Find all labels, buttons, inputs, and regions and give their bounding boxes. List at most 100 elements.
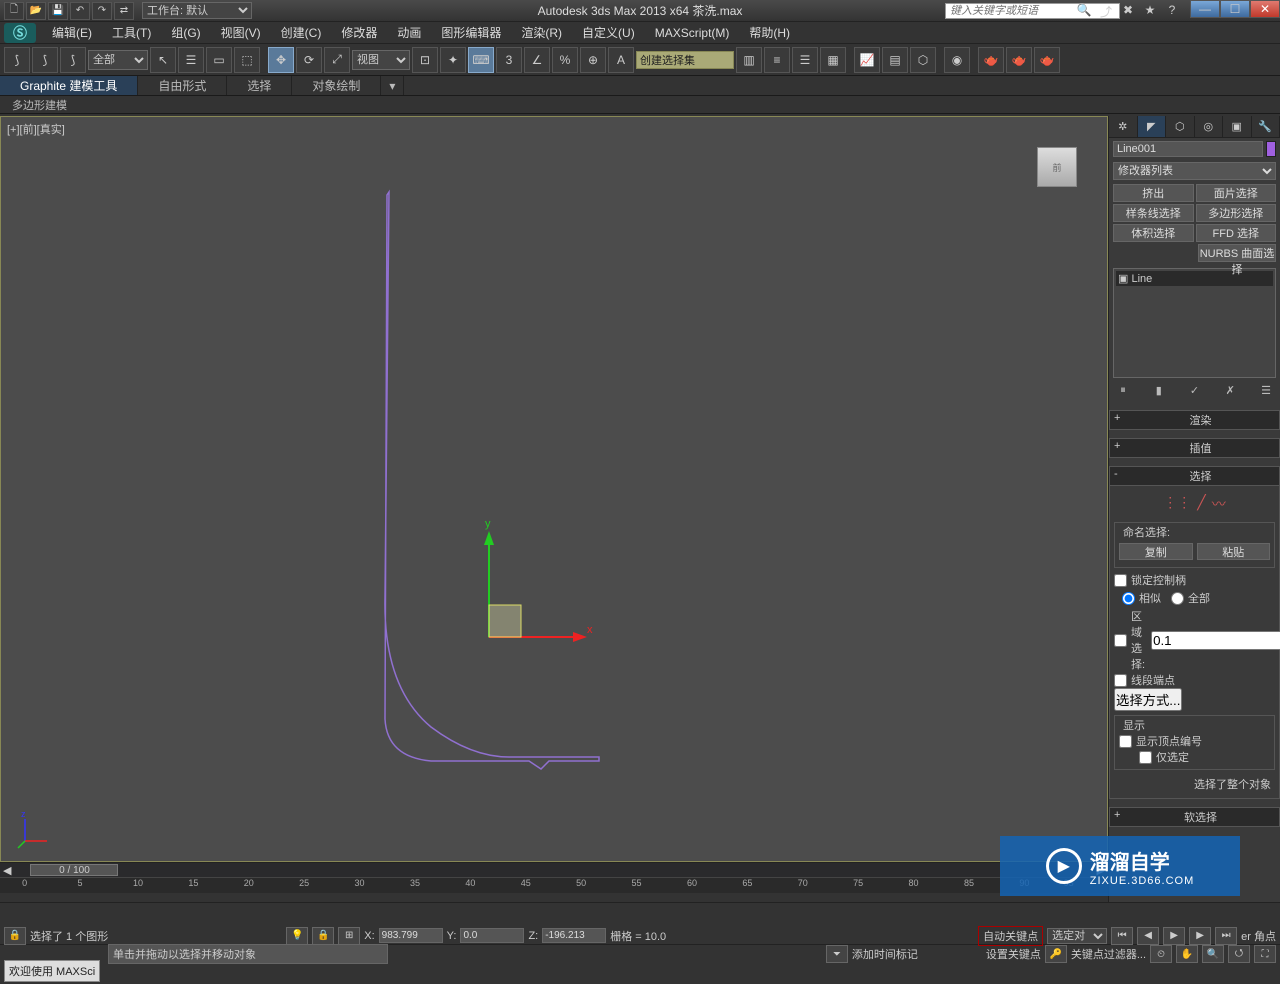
gizmo-plane[interactable] bbox=[489, 605, 521, 637]
tab-graphite[interactable]: Graphite 建模工具 bbox=[0, 76, 138, 95]
time-slider-track[interactable]: ◀ 0 / 100 ▶ bbox=[0, 863, 1108, 877]
mod-volsel[interactable]: 体积选择 bbox=[1113, 224, 1194, 242]
spline-line[interactable] bbox=[385, 192, 599, 769]
snap3-icon[interactable]: 3 bbox=[496, 47, 522, 73]
time-slider-handle[interactable]: 0 / 100 bbox=[30, 864, 118, 876]
showend-icon[interactable]: ▮ bbox=[1151, 384, 1167, 400]
play-icon[interactable]: ▶ bbox=[1163, 927, 1185, 945]
help-icon[interactable]: ? bbox=[1164, 3, 1180, 19]
manage-icon[interactable]: ▦ bbox=[820, 47, 846, 73]
tab-motion-icon[interactable]: ◎ bbox=[1195, 116, 1224, 137]
lock-handles-check[interactable]: 锁定控制柄 bbox=[1114, 572, 1275, 588]
tab-objectpaint[interactable]: 对象绘制 bbox=[292, 76, 381, 95]
menu-maxscript[interactable]: MAXScript(M) bbox=[645, 24, 740, 42]
setkey-button[interactable]: 设置关键点 bbox=[986, 946, 1041, 962]
mod-nurbssel[interactable]: NURBS 曲面选择 bbox=[1198, 244, 1276, 262]
selectwindow-icon[interactable]: ⬚ bbox=[234, 47, 260, 73]
modifier-stack[interactable]: ▣ Line bbox=[1113, 268, 1276, 378]
exchange-icon[interactable]: ✖ bbox=[1120, 3, 1136, 19]
radio-similar[interactable]: 相似 bbox=[1122, 590, 1161, 606]
play-start-icon[interactable]: ⏮ bbox=[1111, 927, 1133, 945]
absrel-icon[interactable]: ⊞ bbox=[338, 927, 360, 945]
layers-icon[interactable]: ☰ bbox=[792, 47, 818, 73]
snappercent-icon[interactable]: % bbox=[552, 47, 578, 73]
menu-customize[interactable]: 自定义(U) bbox=[572, 22, 645, 43]
showvertnum-check[interactable]: 显示顶点编号 bbox=[1119, 733, 1270, 749]
save-icon[interactable]: 💾 bbox=[48, 2, 68, 20]
gizmo-y-arrow[interactable] bbox=[484, 531, 494, 545]
y-coord-input[interactable] bbox=[460, 928, 524, 943]
undo-icon[interactable]: ↶ bbox=[70, 2, 90, 20]
nav-orbit-icon[interactable]: ⭯ bbox=[1228, 945, 1250, 963]
render-icon[interactable]: 🫖 bbox=[1034, 47, 1060, 73]
open-icon[interactable]: 📂 bbox=[26, 2, 46, 20]
menu-modifiers[interactable]: 修改器 bbox=[331, 22, 387, 43]
manip-icon[interactable]: ✦ bbox=[440, 47, 466, 73]
selectlink-icon[interactable]: ⟆ bbox=[4, 47, 30, 73]
remove-icon[interactable]: ✗ bbox=[1222, 384, 1238, 400]
gizmo-x-arrow[interactable] bbox=[573, 632, 587, 642]
dopesheet-icon[interactable]: ▤ bbox=[882, 47, 908, 73]
key-icon[interactable]: 🔑 bbox=[1045, 945, 1067, 963]
menu-rendering[interactable]: 渲染(R) bbox=[511, 22, 572, 43]
tab-hierarchy-icon[interactable]: ⬡ bbox=[1166, 116, 1195, 137]
x-coord-input[interactable] bbox=[379, 928, 443, 943]
menu-edit[interactable]: 编辑(E) bbox=[42, 22, 102, 43]
favorites-icon[interactable]: ★ bbox=[1142, 3, 1158, 19]
maximize-button[interactable]: ☐ bbox=[1220, 0, 1250, 18]
configure-icon[interactable]: ☰ bbox=[1258, 384, 1274, 400]
tab-display-icon[interactable]: ▣ bbox=[1223, 116, 1252, 137]
renderframe-icon[interactable]: 🫖 bbox=[1006, 47, 1032, 73]
time-ruler[interactable]: 0510 152025 303540 455055 606570 758085 … bbox=[0, 877, 1108, 893]
named-selection-input[interactable] bbox=[636, 51, 734, 69]
timeconfig-icon[interactable]: ⏲ bbox=[1150, 945, 1172, 963]
autokey-button[interactable]: 自动关键点 bbox=[978, 926, 1043, 946]
menu-help[interactable]: 帮助(H) bbox=[739, 22, 800, 43]
selectname-icon[interactable]: ☰ bbox=[178, 47, 204, 73]
nav-max-icon[interactable]: ⛶ bbox=[1254, 945, 1276, 963]
area-select-check[interactable]: 区域选择: bbox=[1114, 608, 1145, 672]
mod-patchsel[interactable]: 面片选择 bbox=[1196, 184, 1277, 202]
mod-splinesel[interactable]: 样条线选择 bbox=[1113, 204, 1194, 222]
segment-icon[interactable]: ╱ bbox=[1197, 494, 1205, 514]
menu-views[interactable]: 视图(V) bbox=[211, 22, 271, 43]
object-name-input[interactable] bbox=[1113, 141, 1263, 157]
subtab-polymodeling[interactable]: 多边形建模 bbox=[0, 96, 79, 114]
tab-create-icon[interactable]: ✲ bbox=[1109, 116, 1138, 137]
workspace-dropdown[interactable]: 工作台: 默认 bbox=[142, 2, 252, 19]
segend-check[interactable]: 线段端点 bbox=[1114, 672, 1275, 688]
select-icon[interactable]: ↖ bbox=[150, 47, 176, 73]
minimize-button[interactable]: — bbox=[1190, 0, 1220, 18]
search-icon[interactable]: 🔍 bbox=[1076, 3, 1092, 19]
timetag-icon[interactable]: ⏷ bbox=[826, 945, 848, 963]
materialeditor-icon[interactable]: ◉ bbox=[944, 47, 970, 73]
pin-icon[interactable]: ⏸ bbox=[1115, 384, 1131, 400]
selectrect-icon[interactable]: ▭ bbox=[206, 47, 232, 73]
timetag-label[interactable]: 添加时间标记 bbox=[852, 946, 918, 962]
spinner-icon[interactable]: ⊕ bbox=[580, 47, 606, 73]
unique-icon[interactable]: ✓ bbox=[1187, 384, 1203, 400]
link-icon[interactable]: ⇄ bbox=[114, 2, 134, 20]
paste-button[interactable]: 粘贴 bbox=[1197, 543, 1271, 560]
tab-selection[interactable]: 选择 bbox=[227, 76, 292, 95]
curveeditor-icon[interactable]: 📈 bbox=[854, 47, 880, 73]
isolate-icon[interactable]: 💡 bbox=[286, 927, 308, 945]
new-icon[interactable]: 🗋 bbox=[4, 2, 24, 20]
refcoord-dropdown[interactable]: 视图 bbox=[352, 50, 410, 70]
pivot-icon[interactable]: ⊡ bbox=[412, 47, 438, 73]
viewport[interactable]: [+][前][真实] 前 y x z bbox=[0, 116, 1108, 862]
selectlock-icon[interactable]: 🔒 bbox=[312, 927, 334, 945]
area-value-input[interactable] bbox=[1151, 631, 1280, 650]
mod-extrude[interactable]: 挤出 bbox=[1113, 184, 1194, 202]
tab-modify-icon[interactable]: ◤ bbox=[1138, 116, 1167, 137]
play-next-icon[interactable]: ▶ bbox=[1189, 927, 1211, 945]
radio-all[interactable]: 全部 bbox=[1171, 590, 1210, 606]
menu-group[interactable]: 组(G) bbox=[161, 22, 210, 43]
modifier-list[interactable]: 修改器列表 bbox=[1109, 160, 1280, 182]
nav-zoom-icon[interactable]: 🔍 bbox=[1202, 945, 1224, 963]
redo-icon[interactable]: ↷ bbox=[92, 2, 112, 20]
mod-ffdsel[interactable]: FFD 选择 bbox=[1196, 224, 1277, 242]
app-icon[interactable]: Ⓢ bbox=[4, 23, 36, 43]
rotate-icon[interactable]: ⟳ bbox=[296, 47, 322, 73]
play-end-icon[interactable]: ⏭ bbox=[1215, 927, 1237, 945]
